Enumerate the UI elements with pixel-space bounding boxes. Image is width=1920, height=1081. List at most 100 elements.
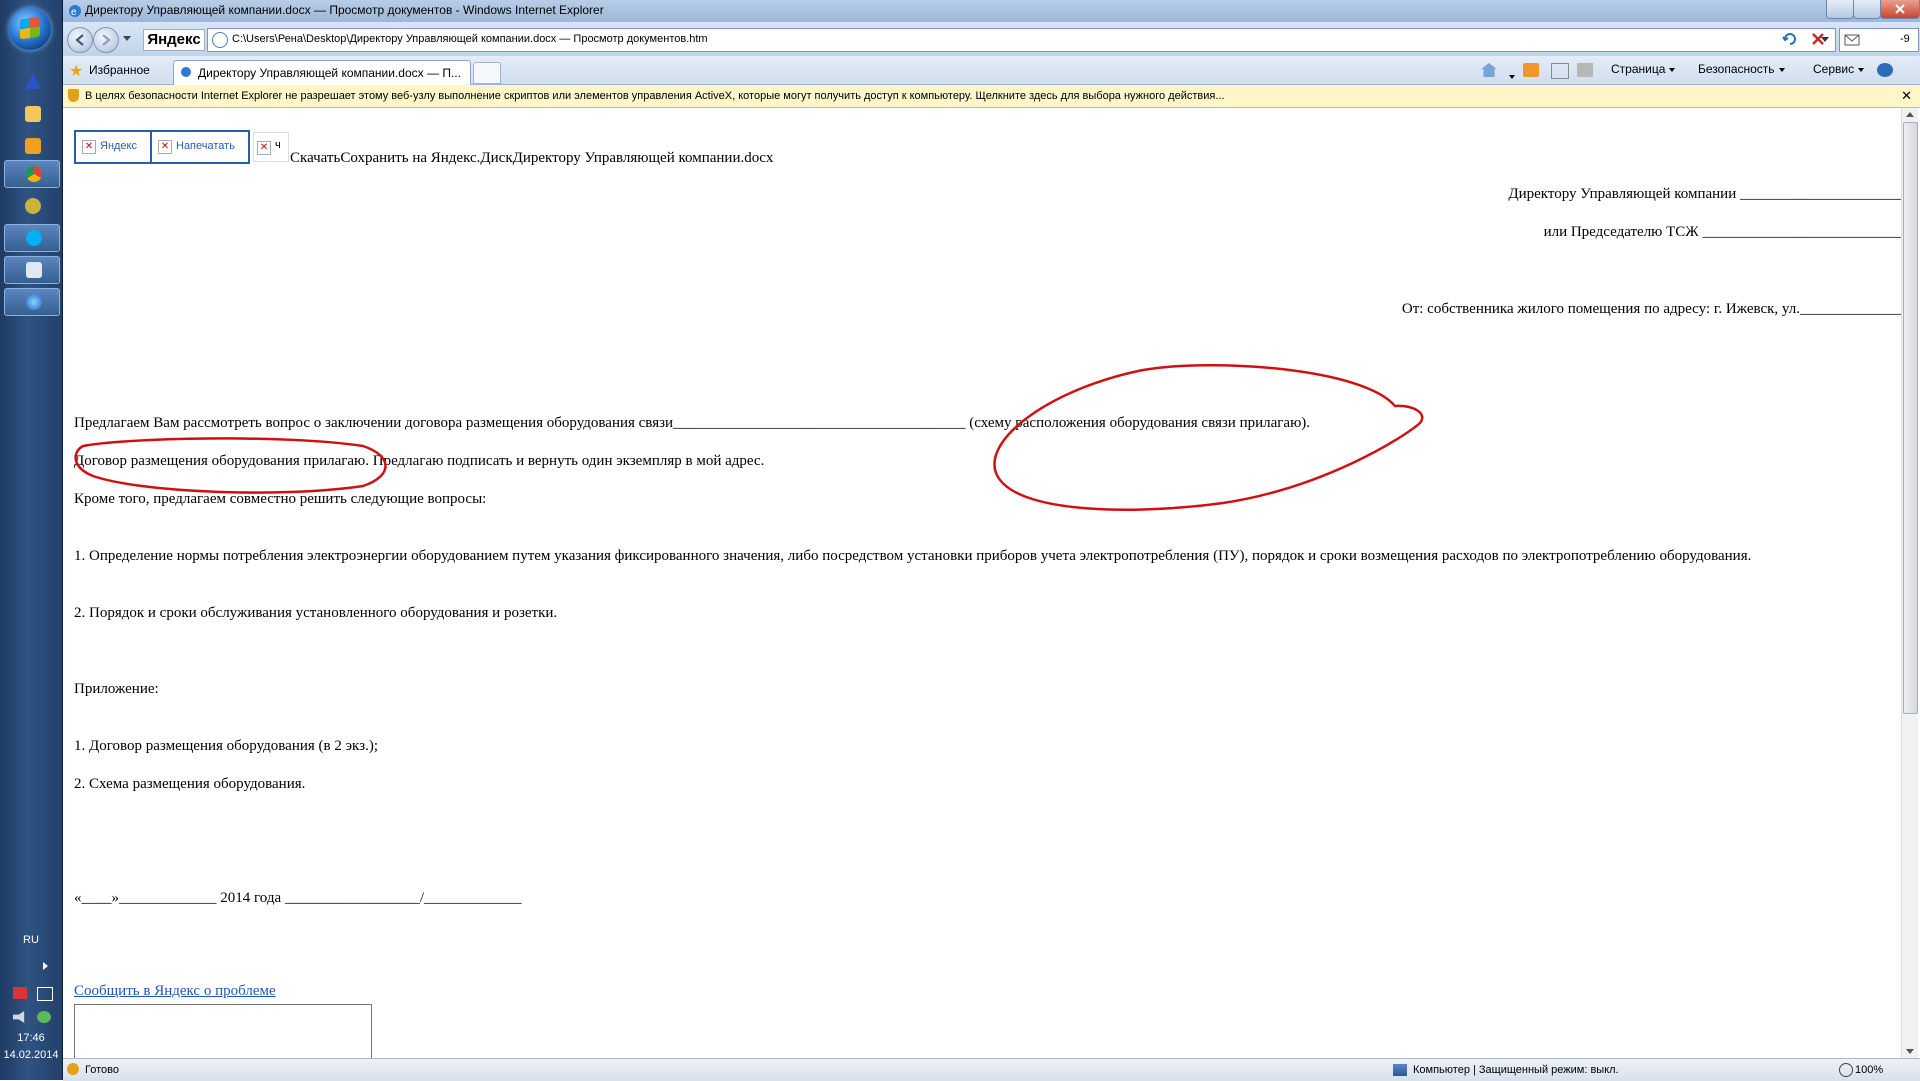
chrome-icon <box>26 166 42 182</box>
page-menu-label: Страница <box>1611 62 1666 76</box>
restore-button[interactable] <box>1853 0 1881 19</box>
yandex-button-label: Яндекс <box>100 140 137 152</box>
tab-document[interactable]: Директору Управляющей компании.docx — П.… <box>173 60 471 85</box>
network-icon[interactable] <box>37 987 53 1001</box>
warning-icon <box>67 1063 79 1075</box>
taskbar-mail[interactable] <box>4 256 60 284</box>
page-icon <box>212 32 228 48</box>
clock-time[interactable]: 17:46 <box>0 1032 62 1044</box>
annotation-circle-scheme <box>993 364 1424 511</box>
tools-dropdown-icon <box>1858 67 1865 72</box>
print-icon[interactable] <box>1577 63 1593 77</box>
security-information-bar[interactable]: В целях безопасности Internet Explorer н… <box>63 85 1920 108</box>
help-icon[interactable] <box>1877 63 1893 77</box>
scrollbar-thumb[interactable] <box>1903 122 1918 714</box>
home-icon[interactable] <box>1481 63 1497 77</box>
close-button[interactable] <box>1880 0 1920 19</box>
search-hint: -9 <box>1900 33 1910 45</box>
tools-menu-label: Сервис <box>1813 62 1855 76</box>
mail-icon <box>26 262 42 278</box>
computer-zone-icon <box>1393 1064 1407 1076</box>
zoom-icon[interactable] <box>1839 1063 1853 1077</box>
action-center-icon[interactable] <box>13 987 27 999</box>
history-dropdown-icon[interactable] <box>123 36 131 41</box>
broken-image-icon: ✕ <box>257 141 271 155</box>
security-zone-text[interactable]: Компьютер | Защищенный режим: выкл. <box>1413 1064 1619 1076</box>
internet-explorer-icon <box>26 294 42 310</box>
paragraph-3: Кроме того, предлагаем совместно решить … <box>74 491 487 507</box>
print-button[interactable]: ✕ Напечатать <box>150 130 250 164</box>
scroll-up-icon[interactable] <box>1906 112 1914 117</box>
broken-image-icon: ✕ <box>158 140 172 154</box>
taskbar-internet-explorer[interactable] <box>4 288 60 316</box>
vertical-scrollbar[interactable] <box>1901 108 1918 1058</box>
sync-icon[interactable] <box>37 1011 51 1023</box>
annotation-layer <box>74 364 1424 511</box>
star-icon: ★ <box>69 63 84 80</box>
information-bar-text: В целях безопасности Internet Explorer н… <box>85 90 1225 102</box>
back-button[interactable] <box>67 27 93 53</box>
appendix-title: Приложение: <box>74 681 159 697</box>
favorites-button[interactable]: ★ Избранное <box>67 59 153 81</box>
tray-expand-arrow-icon[interactable] <box>43 962 48 970</box>
shield-icon <box>68 89 79 102</box>
back-arrow-icon <box>75 34 84 46</box>
addressee-line-1: Директору Управляющей компании _________… <box>1508 186 1905 202</box>
minimize-button[interactable] <box>1826 0 1854 19</box>
stop-button[interactable] <box>1807 28 1829 50</box>
favorites-label: Избранное <box>89 63 150 77</box>
extra-button-label: ч <box>275 139 281 151</box>
document-viewport: ✕ Яндекс ✕ Напечатать ✕ ч СкачатьСохрани… <box>63 108 1917 1059</box>
page-menu[interactable]: Страница <box>1611 62 1676 76</box>
taskbar-explorer[interactable] <box>4 101 58 127</box>
skype-icon <box>26 230 42 246</box>
taskbar-media-player[interactable] <box>4 133 58 159</box>
windows-taskbar: RU 17:46 14.02.2014 <box>0 0 63 1080</box>
stop-icon <box>1812 33 1824 45</box>
status-text: Готово <box>85 1064 119 1076</box>
forward-button[interactable] <box>93 27 119 53</box>
paragraph-1: Предлагаем Вам рассмотреть вопрос о закл… <box>74 415 1311 431</box>
report-problem-link[interactable]: Сообщить в Яндекс о проблеме <box>74 983 276 1000</box>
scroll-down-icon[interactable] <box>1906 1049 1914 1054</box>
safety-menu-label: Безопасность <box>1698 62 1775 76</box>
yandex-button[interactable]: ✕ Яндекс <box>74 130 152 164</box>
search-box[interactable]: -9 <box>1839 28 1919 52</box>
gear-app-icon <box>25 198 41 214</box>
home-dropdown-icon[interactable] <box>1505 63 1521 79</box>
address-bar[interactable]: C:\Users\Рена\Desktop\Директору Управляю… <box>207 28 1836 52</box>
triangle-app-icon <box>25 73 41 89</box>
yandex-logo[interactable]: Яндекс <box>143 29 205 51</box>
feeds-icon[interactable] <box>1523 63 1539 77</box>
report-textarea[interactable] <box>74 1004 372 1059</box>
address-url: C:\Users\Рена\Desktop\Директору Управляю… <box>232 33 708 45</box>
toolbar-text[interactable]: СкачатьСохранить на Яндекс.ДискДиректору… <box>290 150 773 167</box>
appendix-item-2: 2. Схема размещения оборудования. <box>74 776 306 792</box>
language-indicator[interactable]: RU <box>0 934 62 946</box>
volume-icon[interactable] <box>13 1011 25 1023</box>
broken-image-icon: ✕ <box>82 140 96 154</box>
taskbar-app-1[interactable] <box>4 68 58 94</box>
title-bar[interactable]: e Директору Управляющей компании.docx — … <box>63 0 1920 22</box>
window-title: Директору Управляющей компании.docx — Пр… <box>85 3 604 17</box>
read-mail-icon[interactable] <box>1551 63 1569 79</box>
safety-menu[interactable]: Безопасность <box>1698 62 1785 76</box>
zoom-level[interactable]: 100% <box>1855 1064 1883 1076</box>
taskbar-chrome[interactable] <box>4 160 60 188</box>
close-icon[interactable]: ✕ <box>1901 88 1912 104</box>
tools-menu[interactable]: Сервис <box>1813 62 1865 76</box>
start-button[interactable] <box>9 8 51 50</box>
refresh-icon <box>1782 33 1796 45</box>
media-player-icon <box>25 138 41 154</box>
folder-icon <box>25 106 41 122</box>
windows-logo-icon <box>20 16 40 40</box>
safety-dropdown-icon <box>1778 67 1785 72</box>
compatibility-view-button[interactable] <box>1779 28 1801 50</box>
extra-button[interactable]: ✕ ч <box>253 132 289 162</box>
taskbar-app-5[interactable] <box>4 193 58 219</box>
clock-date[interactable]: 14.02.2014 <box>0 1049 62 1061</box>
taskbar-skype[interactable] <box>4 224 60 252</box>
new-tab-button[interactable] <box>473 62 501 84</box>
status-bar: Готово Компьютер | Защищенный режим: вык… <box>63 1058 1920 1081</box>
mail-icon <box>1844 34 1860 46</box>
